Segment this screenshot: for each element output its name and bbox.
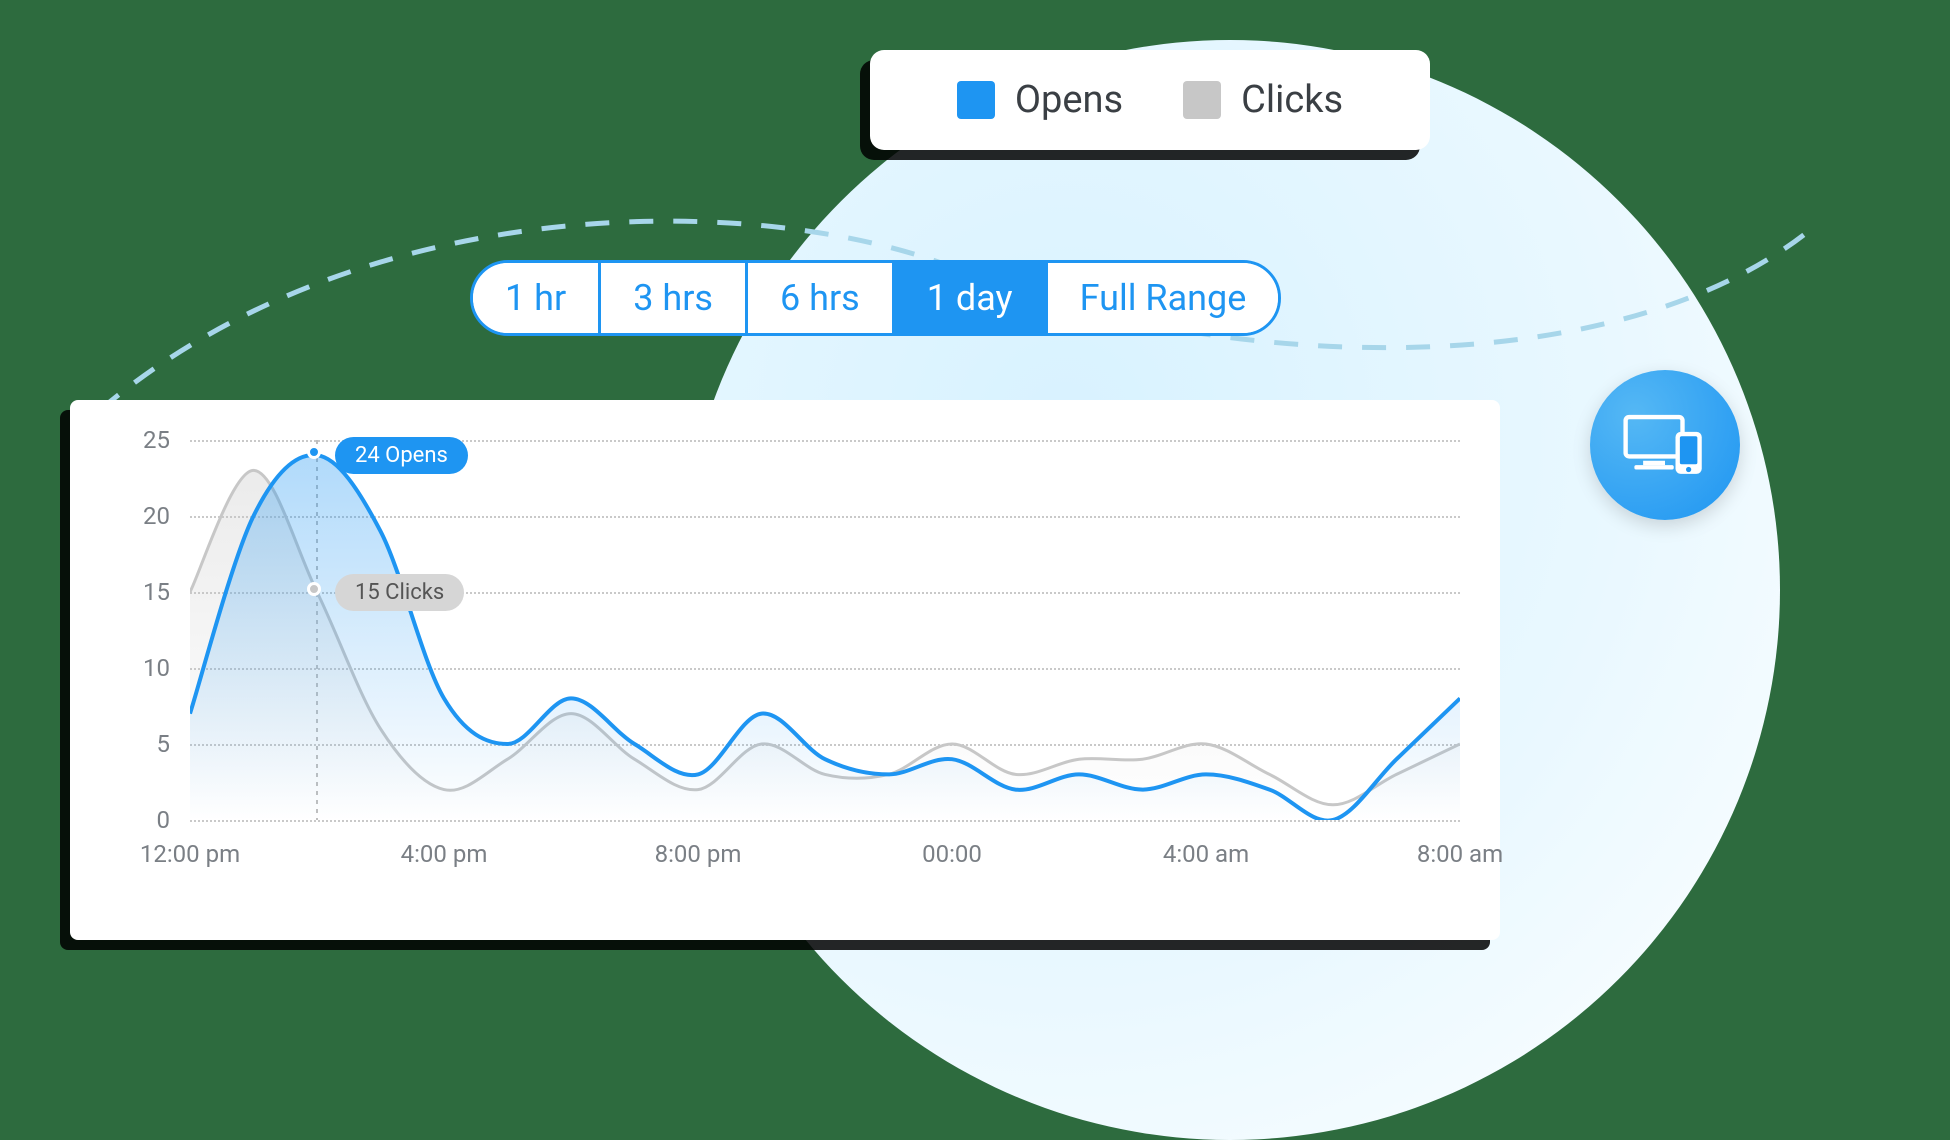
range-option-3hrs[interactable]: 3 hrs [601, 263, 748, 333]
legend-label: Clicks [1241, 78, 1343, 122]
time-range-selector: 1 hr 3 hrs 6 hrs 1 day Full Range [470, 260, 1281, 336]
tooltip-opens: 24 Opens [335, 437, 468, 474]
plot-area[interactable] [190, 440, 1460, 820]
marker-clicks [307, 582, 321, 596]
tooltip-clicks: 15 Clicks [335, 574, 464, 611]
y-axis-labels: 0510152025 [110, 440, 180, 820]
range-option-1day[interactable]: 1 day [895, 263, 1048, 333]
x-tick-label: 12:00 pm [140, 840, 240, 868]
y-tick-label: 5 [157, 730, 171, 758]
x-tick-label: 8:00 am [1417, 840, 1503, 868]
x-tick-label: 8:00 pm [655, 840, 742, 868]
y-tick-label: 10 [143, 654, 170, 682]
y-tick-label: 25 [143, 426, 170, 454]
legend-item-opens[interactable]: Opens [957, 78, 1123, 122]
gridline [190, 820, 1460, 822]
legend-item-clicks[interactable]: Clicks [1183, 78, 1343, 122]
chart-card: 0 5 10 15 20 25 12:00 pm 4:00 pm 8:00 pm 00:00 4:… [70, 400, 1500, 940]
chart-legend: Opens Clicks [870, 50, 1430, 150]
device-badge[interactable] [1590, 370, 1740, 520]
y-tick-label: 15 [143, 578, 170, 606]
chart-svg [190, 440, 1460, 820]
y-tick-label: 20 [143, 502, 170, 530]
x-tick-label: 00:00 [922, 840, 982, 868]
square-icon [957, 81, 995, 119]
desktop-mobile-icon [1620, 410, 1710, 480]
chart-plot: 0510152025 12:00 pm4:00 pm8:00 pm00:004:… [110, 440, 1460, 910]
legend-label: Opens [1015, 78, 1123, 122]
range-option-6hrs[interactable]: 6 hrs [748, 263, 895, 333]
y-tick-label: 0 [157, 806, 171, 834]
x-tick-label: 4:00 pm [401, 840, 488, 868]
area-opens [190, 455, 1460, 820]
square-icon [1183, 81, 1221, 119]
range-option-full[interactable]: Full Range [1048, 263, 1279, 333]
x-tick-label: 4:00 am [1163, 840, 1249, 868]
range-option-1hr[interactable]: 1 hr [473, 263, 601, 333]
